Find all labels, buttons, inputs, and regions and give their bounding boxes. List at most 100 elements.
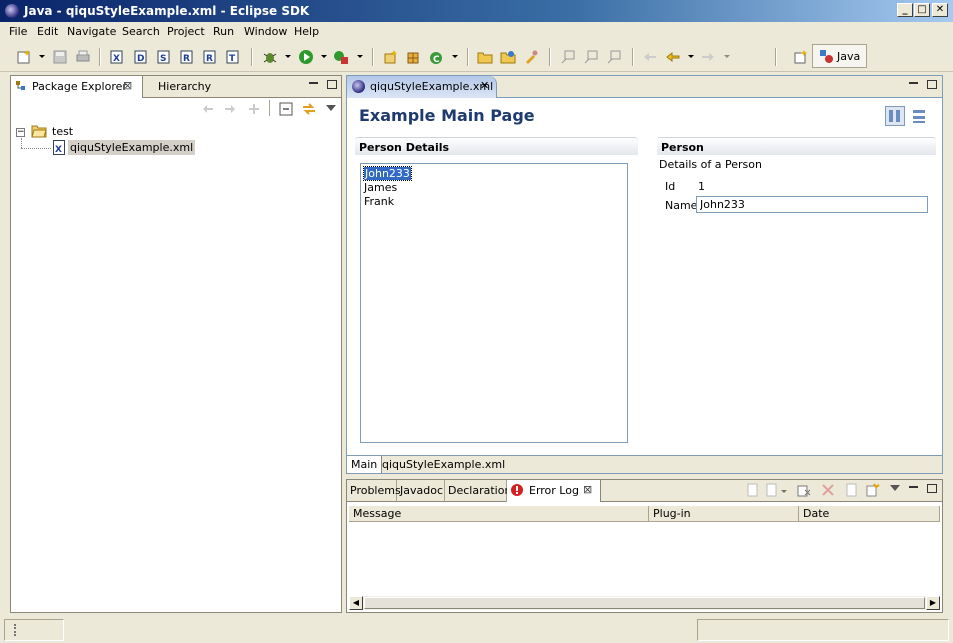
back-icon[interactable]	[201, 102, 215, 116]
tab-label: Hierarchy	[158, 80, 212, 93]
column-header-date[interactable]: Date	[799, 506, 940, 522]
new-package-icon[interactable]	[405, 49, 421, 65]
menu-navigate[interactable]: Navigate	[67, 25, 116, 38]
maximize-view-icon[interactable]	[927, 484, 937, 493]
tab-javadoc[interactable]: Javadoc	[397, 480, 445, 502]
menu-help[interactable]: Help	[294, 25, 319, 38]
horizontal-scrollbar[interactable]: ◀ ▶	[349, 596, 940, 610]
maximize-view-icon[interactable]	[327, 80, 337, 89]
open-folder-icon[interactable]	[500, 49, 516, 65]
xml-t-icon[interactable]: T	[225, 49, 241, 65]
view-menu-icon[interactable]	[890, 485, 900, 491]
section-header-person[interactable]: Person	[657, 137, 936, 155]
clear-log-icon[interactable]	[797, 483, 811, 497]
forward-dropdown-icon[interactable]	[724, 55, 730, 58]
print-icon[interactable]	[75, 49, 91, 65]
xml-x-icon[interactable]: X	[109, 49, 125, 65]
scrollbar-thumb[interactable]	[364, 597, 925, 609]
tree-item-project[interactable]: test	[52, 125, 73, 138]
menu-window[interactable]: Window	[244, 25, 287, 38]
tab-problems[interactable]: Problems	[347, 480, 401, 502]
new-class-dropdown-icon[interactable]	[452, 55, 458, 58]
column-header-plugin[interactable]: Plug-in	[649, 506, 799, 522]
tab-source-xml[interactable]: qiquStyleExample.xml	[378, 456, 509, 473]
xml-s-icon[interactable]: S	[156, 49, 172, 65]
list-item[interactable]: John233	[363, 166, 412, 181]
debug-icon[interactable]	[262, 49, 278, 65]
back-dropdown-icon[interactable]	[688, 55, 694, 58]
import-dropdown-icon[interactable]	[781, 490, 787, 493]
toolbar-separator	[467, 48, 469, 66]
tab-main[interactable]: Main	[347, 456, 383, 473]
tab-editor-file[interactable]: qiquStyleExample.xml ✕	[347, 76, 497, 98]
close-icon[interactable]: ⊠	[123, 79, 132, 92]
run-dropdown-icon[interactable]	[321, 55, 327, 58]
last-edit-icon[interactable]	[606, 49, 622, 65]
new-java-project-icon[interactable]	[383, 49, 399, 65]
debug-dropdown-icon[interactable]	[285, 55, 291, 58]
grip-icon[interactable]	[14, 624, 16, 636]
open-type-icon[interactable]	[477, 49, 493, 65]
maximize-button[interactable]: □	[914, 3, 930, 17]
annotation-prev-icon[interactable]	[560, 49, 576, 65]
name-field[interactable]	[696, 196, 928, 213]
section-header-person-details[interactable]: Person Details	[355, 137, 638, 155]
menu-file[interactable]: File	[9, 25, 27, 38]
link-with-editor-icon[interactable]	[301, 101, 317, 117]
up-icon[interactable]	[247, 102, 261, 116]
restore-log-icon[interactable]	[866, 483, 880, 497]
xml-d-icon[interactable]: D	[133, 49, 149, 65]
delete-log-icon[interactable]	[821, 483, 835, 497]
search-brush-icon[interactable]	[523, 49, 539, 65]
import-log-icon[interactable]	[765, 483, 779, 497]
minimize-view-icon[interactable]	[909, 486, 918, 488]
save-icon[interactable]	[52, 49, 68, 65]
annotation-next-icon[interactable]	[583, 49, 599, 65]
tab-hierarchy[interactable]: Hierarchy	[151, 76, 221, 98]
xml-r-icon[interactable]: R	[179, 49, 195, 65]
menu-project[interactable]: Project	[167, 25, 205, 38]
tab-declaration[interactable]: Declaration	[445, 480, 511, 502]
open-perspective-icon[interactable]	[793, 49, 809, 65]
java-perspective-button[interactable]: Java	[812, 44, 867, 68]
collapse-toggle-icon[interactable]: −	[16, 128, 25, 137]
maximize-view-icon[interactable]	[927, 80, 937, 89]
tree-item-file[interactable]: qiquStyleExample.xml	[68, 140, 196, 155]
tab-package-explorer[interactable]: Package Explorer ⊠	[11, 76, 143, 98]
back-disabled-icon[interactable]	[642, 49, 658, 65]
collapse-all-icon[interactable]	[279, 102, 293, 116]
minimize-view-icon[interactable]	[909, 82, 918, 84]
close-button[interactable]: ✕	[932, 3, 948, 17]
menu-run[interactable]: Run	[213, 25, 234, 38]
external-tools-icon[interactable]	[333, 49, 349, 65]
tree-line	[21, 148, 51, 149]
run-icon[interactable]	[298, 49, 314, 65]
close-icon[interactable]: ✕	[480, 79, 489, 92]
person-list[interactable]: John233 James Frank	[360, 163, 628, 443]
close-icon[interactable]: ⊠	[583, 483, 592, 496]
list-item[interactable]: James	[364, 181, 397, 194]
scroll-left-icon[interactable]: ◀	[349, 596, 363, 610]
minimize-view-icon[interactable]	[309, 82, 318, 84]
minimize-button[interactable]: _	[897, 3, 913, 17]
view-menu-icon[interactable]	[326, 105, 336, 111]
export-log-icon[interactable]	[745, 483, 759, 497]
open-log-icon[interactable]	[844, 483, 858, 497]
new-class-icon[interactable]: C	[428, 49, 444, 65]
main-toolbar: X D S R R T C	[0, 42, 953, 72]
external-tools-dropdown-icon[interactable]	[357, 55, 363, 58]
forward-icon[interactable]	[223, 102, 237, 116]
vertical-layout-icon[interactable]	[909, 106, 929, 126]
horizontal-layout-icon[interactable]	[885, 106, 905, 126]
xml-r2-icon[interactable]: R	[202, 49, 218, 65]
back-icon[interactable]	[665, 49, 681, 65]
menu-search[interactable]: Search	[122, 25, 160, 38]
tab-error-log[interactable]: Error Log ⊠	[507, 480, 601, 502]
forward-icon[interactable]	[700, 49, 716, 65]
scroll-right-icon[interactable]: ▶	[926, 596, 940, 610]
menu-edit[interactable]: Edit	[37, 25, 58, 38]
new-icon[interactable]	[16, 49, 32, 65]
column-header-message[interactable]: Message	[349, 506, 649, 522]
new-dropdown-icon[interactable]	[39, 55, 45, 58]
list-item[interactable]: Frank	[364, 195, 394, 208]
